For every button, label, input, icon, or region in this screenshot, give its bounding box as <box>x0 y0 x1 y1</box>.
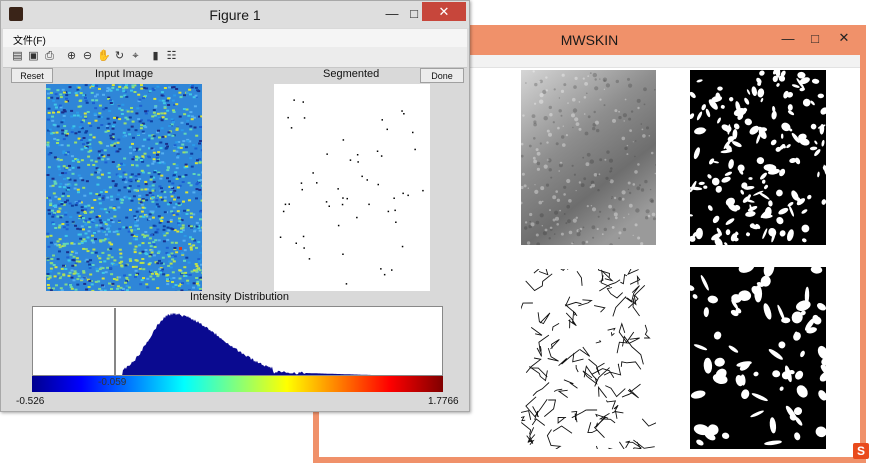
segmented-svg <box>274 84 430 291</box>
zoom-in-icon[interactable]: ⊕ <box>65 50 78 63</box>
colorbar-icon[interactable]: ▮ <box>149 50 162 63</box>
menu-file[interactable]: 文件(F) <box>13 32 46 47</box>
print-icon[interactable]: ⎙ <box>43 50 56 63</box>
skin-skeleton-svg <box>513 260 668 464</box>
menu-bar: 文件(F) <box>3 29 467 47</box>
minimize-button[interactable]: — <box>775 28 801 48</box>
threshold-value-label: -0.059 <box>98 377 127 388</box>
intensity-distribution-label: Intensity Distribution <box>190 291 290 303</box>
colorbar <box>32 376 443 392</box>
figure-titlebar[interactable]: Figure 1 — □ ✕ <box>1 1 469 28</box>
skin-skeleton-image <box>513 260 668 464</box>
close-button[interactable]: ✕ <box>831 28 857 48</box>
pan-icon[interactable]: ✋ <box>97 50 111 63</box>
histogram-axes <box>32 306 443 376</box>
open-icon[interactable]: ▤ <box>11 50 24 63</box>
skin-blobs-svg <box>685 260 831 449</box>
maximize-button[interactable]: □ <box>802 28 828 48</box>
skin-binary-svg <box>688 65 829 248</box>
figure-window: Figure 1 — □ ✕ 文件(F) ▤ ▣ ⎙ ⊕ ⊖ ✋ ↻ ⌖ ▮ ☷… <box>0 0 470 412</box>
segmented-axes <box>274 84 430 291</box>
toolbar: ▤ ▣ ⎙ ⊕ ⊖ ✋ ↻ ⌖ ▮ ☷ <box>3 47 467 68</box>
skin-binary-image <box>688 65 829 248</box>
axis-max-label: 1.7766 <box>428 396 459 407</box>
zoom-out-icon[interactable]: ⊖ <box>81 50 94 63</box>
skin-grayscale-image <box>519 70 657 247</box>
segmented-label: Segmented <box>323 68 380 80</box>
reset-button[interactable]: Reset <box>11 68 53 83</box>
axis-min-label: -0.526 <box>16 396 45 407</box>
input-image-axes <box>46 84 205 293</box>
input-image-svg <box>46 84 205 293</box>
colorbar-svg <box>32 376 443 392</box>
close-button[interactable]: ✕ <box>422 2 466 21</box>
skin-blobs-image <box>685 260 831 449</box>
rotate-icon[interactable]: ↻ <box>113 50 126 63</box>
done-button[interactable]: Done <box>420 68 464 83</box>
input-image-label: Input Image <box>95 68 154 80</box>
input-method-icon[interactable]: S <box>853 443 869 459</box>
data-cursor-icon[interactable]: ⌖ <box>129 50 142 63</box>
legend-icon[interactable]: ☷ <box>165 50 178 63</box>
save-icon[interactable]: ▣ <box>27 50 40 63</box>
skin-grayscale-svg <box>519 70 657 247</box>
histogram-svg <box>32 306 443 376</box>
